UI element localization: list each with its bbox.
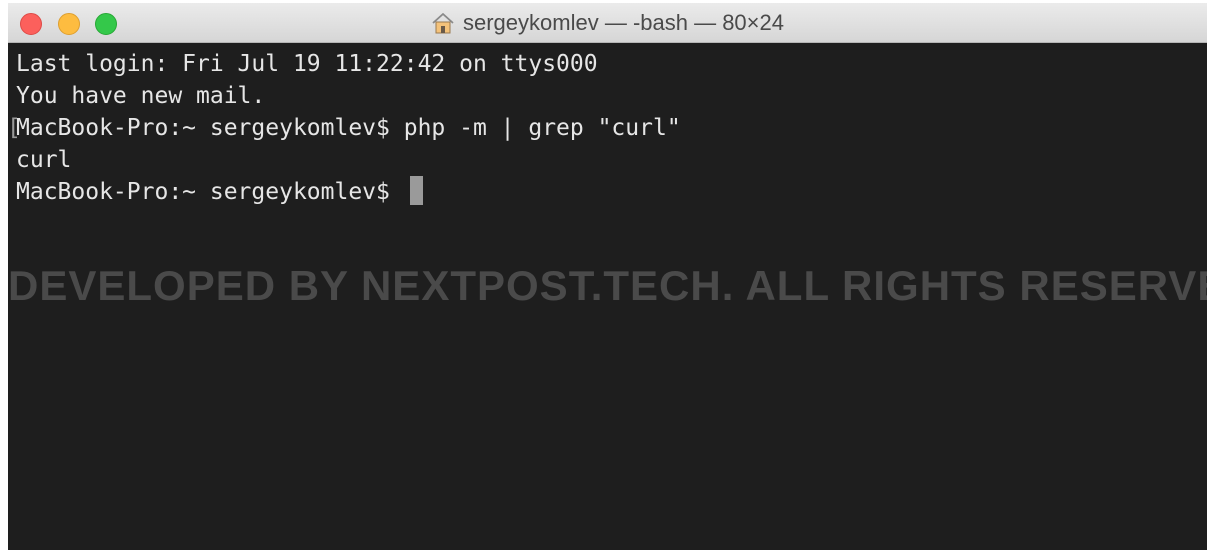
prompt-text: MacBook-Pro:~ sergeykomlev$ (16, 179, 404, 205)
terminal-line: Last login: Fri Jul 19 11:22:42 on ttys0… (16, 51, 598, 77)
window-title-container: sergeykomlev — -bash — 80×24 (8, 3, 1207, 43)
terminal-line: You have new mail. (16, 83, 266, 109)
cursor (409, 176, 423, 205)
terminal-content[interactable]: [ Last login: Fri Jul 19 11:22:42 on tty… (8, 44, 1207, 550)
window-title: sergeykomlev — -bash — 80×24 (463, 10, 784, 35)
terminal-line: curl (16, 147, 72, 173)
title-bar[interactable]: sergeykomlev — -bash — 80×24 (8, 3, 1207, 43)
home-icon (431, 12, 455, 34)
watermark: DEVELOPED BY NEXTPOST.TECH. ALL RIGHTS R… (8, 262, 1207, 309)
terminal-line: MacBook-Pro:~ sergeykomlev$ php -m | gre… (16, 115, 681, 141)
terminal-window: sergeykomlev — -bash — 80×24 [ Last logi… (8, 3, 1207, 550)
prompt-line: MacBook-Pro:~ sergeykomlev$ (16, 176, 423, 208)
